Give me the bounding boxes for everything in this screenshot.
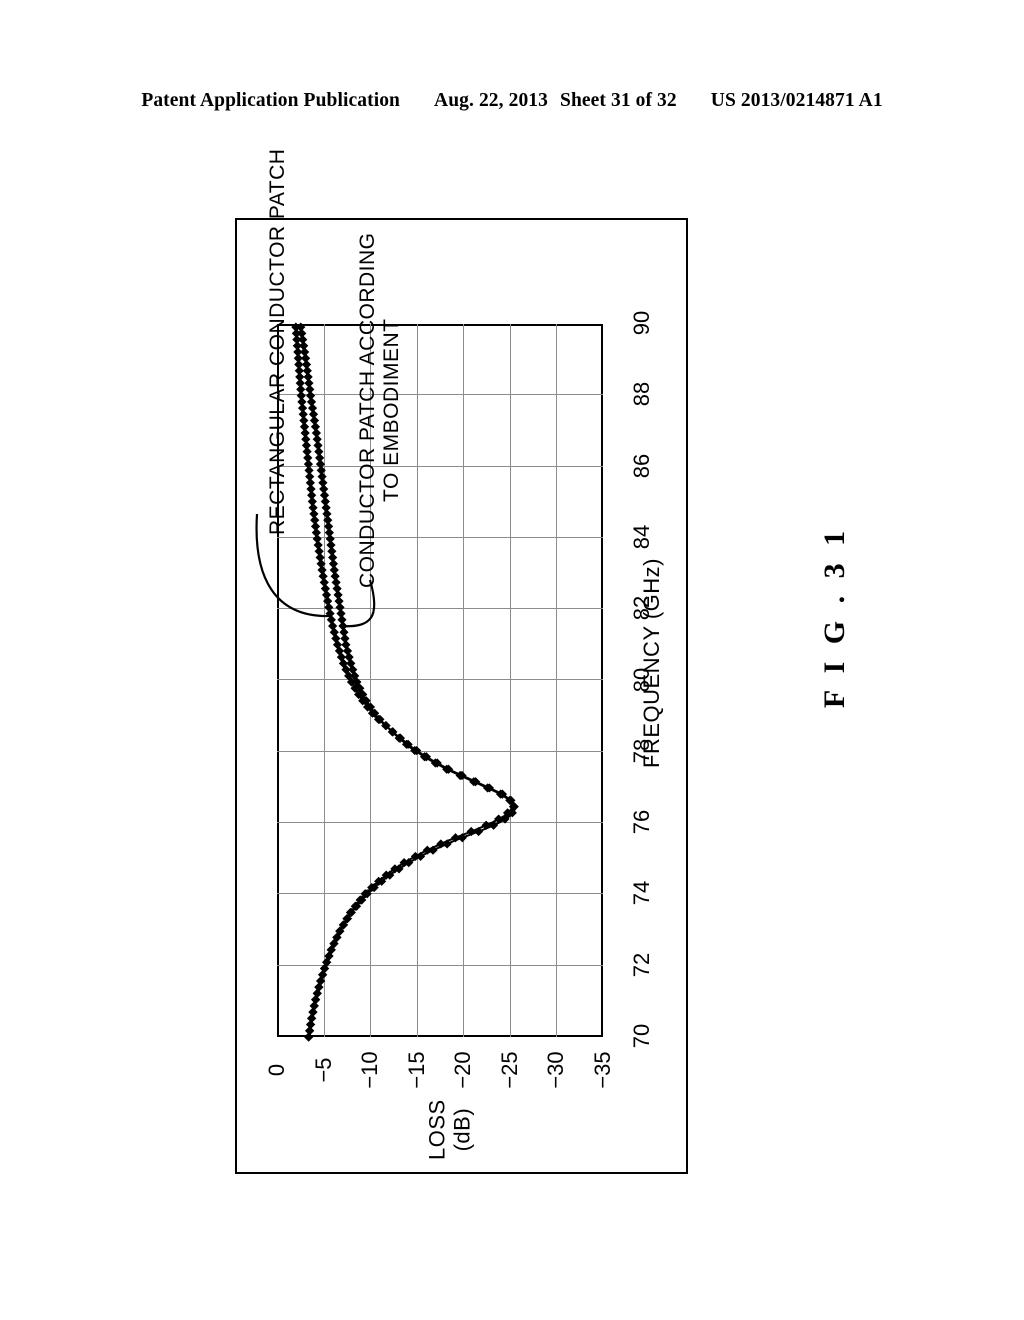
loss-tick-label: −25 (496, 1051, 522, 1089)
series-1 (296, 322, 519, 1042)
frequency-tick-label: 86 (629, 453, 654, 478)
frequency-tick-label: 70 (629, 1023, 654, 1049)
callout-rectangular-patch: RECTANGULAR CONDUCTOR PATCH (266, 148, 289, 535)
frequency-tick-label: 90 (629, 310, 654, 336)
series-marker (312, 988, 322, 999)
plot-series-svg (291, 322, 519, 1042)
chart-rotor (277, 322, 603, 1042)
publication-label: Patent Application Publication (141, 90, 401, 111)
y-axis-title-line2: (dB) (449, 1107, 474, 1152)
publication-date: Aug. 22, 2013 (434, 90, 548, 111)
series-marker (473, 826, 484, 837)
loss-tick-label: −30 (543, 1051, 569, 1089)
figure-caption: F I G . 3 1 (818, 525, 851, 709)
series-line (294, 323, 515, 1038)
sheet-number: Sheet 31 of 32 (560, 90, 677, 111)
callout-embodiment-patch: CONDUCTOR PATCH ACCORDING TO EMBODIMENT (356, 232, 404, 588)
series-0 (291, 322, 519, 1042)
frequency-tick-label: 76 (629, 809, 654, 835)
series-marker (311, 995, 321, 1005)
callout-embodiment-line1: CONDUCTOR PATCH ACCORDING (356, 232, 379, 588)
frequency-tick-label: 74 (629, 881, 654, 906)
frequency-tick-label: 88 (629, 382, 654, 407)
loss-tick-label: −5 (310, 1057, 336, 1083)
series-marker (488, 820, 499, 830)
x-axis-title: FREQUENCY (GHz) (639, 558, 664, 768)
loss-tick-label: −10 (357, 1051, 383, 1089)
series-marker (415, 851, 426, 862)
callout-embodiment-line2: TO EMBODIMENT (380, 318, 404, 502)
frequency-tick-label: 72 (629, 952, 654, 977)
loss-tick-label: 0 (264, 1063, 289, 1077)
series-marker (342, 646, 353, 656)
series-line (299, 323, 516, 1038)
y-axis-title-line1: LOSS (424, 1099, 450, 1160)
series-marker (331, 633, 341, 644)
patent-header: Patent Application Publication Aug. 22, … (0, 86, 1024, 116)
y-axis-title: LOSS (dB) (424, 1030, 474, 1230)
document-number: US 2013/0214871 A1 (710, 90, 883, 111)
chart-plot-area (277, 322, 603, 1042)
loss-tick-label: −35 (590, 1051, 615, 1089)
